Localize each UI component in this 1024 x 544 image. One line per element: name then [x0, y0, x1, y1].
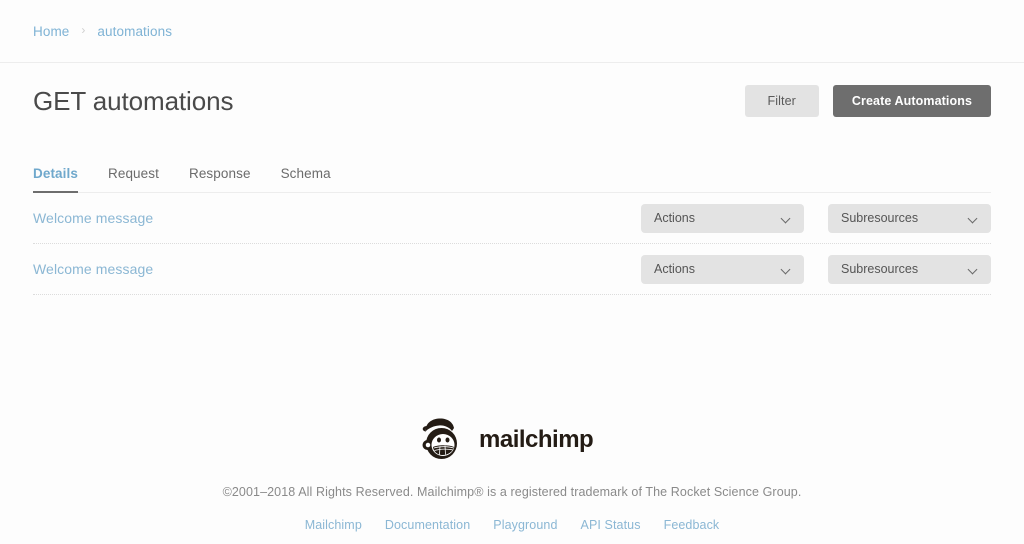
tab-request[interactable]: Request [108, 166, 159, 193]
list-item: Welcome message Actions Subresources [33, 244, 991, 295]
tab-details[interactable]: Details [33, 166, 78, 193]
tab-schema[interactable]: Schema [281, 166, 331, 193]
list-item-controls: Actions Subresources [641, 203, 991, 233]
subresources-dropdown-label: Subresources [841, 211, 919, 225]
breadcrumb: Home › automations [0, 0, 1024, 63]
page-title: GET automations [33, 85, 234, 116]
filter-button[interactable]: Filter [744, 85, 819, 117]
footer-link-mailchimp[interactable]: Mailchimp [305, 518, 362, 532]
actions-dropdown-label: Actions [654, 211, 695, 225]
footer: mailchimp ©2001–2018 All Rights Reserved… [0, 416, 1024, 544]
tab-response[interactable]: Response [189, 166, 251, 193]
chevron-down-icon [782, 214, 791, 223]
actions-dropdown[interactable]: Actions [641, 203, 804, 233]
footer-link-api-status[interactable]: API Status [581, 518, 641, 532]
subresources-dropdown-label: Subresources [841, 262, 919, 276]
mailchimp-logo: mailchimp [0, 416, 1024, 464]
svg-text:mailchimp: mailchimp [479, 426, 593, 453]
automations-list: Welcome message Actions Subresources Wel… [33, 193, 991, 295]
breadcrumb-item-automations[interactable]: automations [97, 24, 172, 39]
tab-bar: Details Request Response Schema [33, 166, 991, 193]
footer-links: Mailchimp Documentation Playground API S… [0, 518, 1024, 532]
chevron-down-icon [969, 265, 978, 274]
chevron-down-icon [969, 214, 978, 223]
list-item: Welcome message Actions Subresources [33, 193, 991, 244]
page-root: Home › automations GET automations Filte… [0, 0, 1024, 544]
chevron-down-icon [782, 265, 791, 274]
actions-dropdown-label: Actions [654, 262, 695, 276]
automation-link[interactable]: Welcome message [33, 261, 153, 277]
create-automations-button[interactable]: Create Automations [832, 85, 991, 117]
actions-dropdown[interactable]: Actions [641, 254, 804, 284]
title-actions: Filter Create Automations [744, 85, 991, 117]
subresources-dropdown[interactable]: Subresources [828, 254, 991, 284]
mailchimp-wordmark: mailchimp [479, 426, 594, 453]
subresources-dropdown[interactable]: Subresources [828, 203, 991, 233]
breadcrumb-item-home[interactable]: Home [33, 24, 69, 39]
automation-link[interactable]: Welcome message [33, 210, 153, 226]
copyright-text: ©2001–2018 All Rights Reserved. Mailchim… [222, 485, 802, 499]
footer-link-documentation[interactable]: Documentation [385, 518, 470, 532]
footer-link-feedback[interactable]: Feedback [664, 518, 720, 532]
footer-link-playground[interactable]: Playground [493, 518, 557, 532]
chevron-right-icon: › [81, 23, 86, 37]
list-item-controls: Actions Subresources [641, 254, 991, 284]
title-row: GET automations Filter Create Automation… [0, 63, 1024, 139]
freddie-monkey-icon [422, 418, 457, 459]
